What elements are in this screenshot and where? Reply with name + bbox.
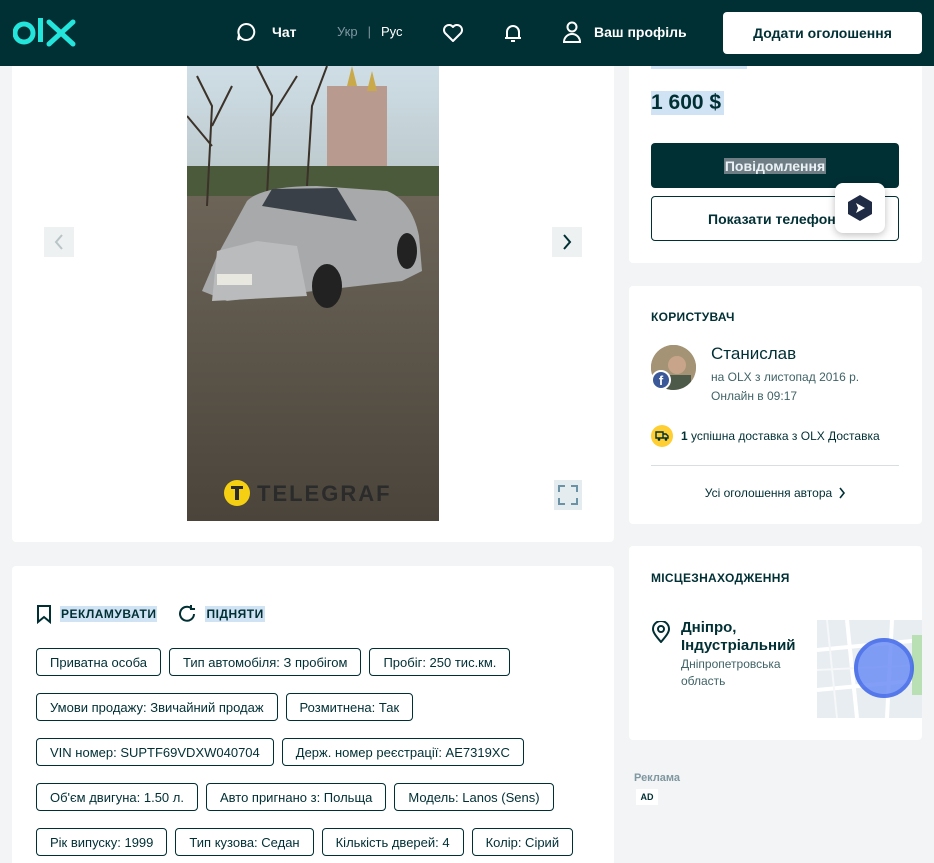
location-map[interactable]: [817, 620, 922, 718]
selection-highlight: [651, 66, 747, 69]
fullscreen-button[interactable]: [554, 480, 582, 510]
profile-link[interactable]: Ваш профіль: [562, 21, 687, 43]
tag: Рік випуску: 1999: [36, 828, 168, 856]
prev-photo-button[interactable]: [44, 227, 74, 257]
price: 1 600 $: [651, 91, 725, 115]
lang-ukr[interactable]: Укр: [337, 24, 358, 39]
add-listing-button[interactable]: Додати оголошення: [723, 12, 922, 54]
tag: Розмитнена: Так: [285, 693, 414, 721]
bookmark-icon: [37, 605, 51, 624]
tag-row: Рік випуску: 1999 Тип кузова: Седан Кіль…: [36, 828, 606, 856]
seller-name[interactable]: Станислав: [711, 344, 796, 364]
tag-row: Об'єм двигуна: 1.50 л. Авто пригнано з: …: [36, 783, 606, 811]
tag: Кількість дверей: 4: [321, 828, 464, 856]
ad-badge: AD: [636, 789, 658, 805]
chevron-right-icon: [839, 487, 846, 499]
bell-icon[interactable]: [501, 21, 525, 45]
all-ads-label: Усі оголошення автора: [704, 486, 833, 500]
raise-label: ПІДНЯТИ: [205, 606, 265, 622]
chat-icon: [237, 22, 256, 41]
profile-label: Ваш профіль: [594, 24, 687, 40]
divider: [651, 465, 899, 466]
top-header: Чат Укр | Рус Ваш профіль Додати оголоше…: [0, 0, 934, 66]
tag: VIN номер: SUPTF69VDXW040704: [36, 738, 274, 766]
tag: Авто пригнано з: Польща: [205, 783, 387, 811]
lang-rus[interactable]: Рус: [381, 24, 403, 39]
listing-actions: РЕКЛАМУВАТИ ПІДНЯТИ: [36, 604, 265, 624]
send-widget-icon: [848, 195, 872, 221]
listing-details: РЕКЛАМУВАТИ ПІДНЯТИ Приватна особа Тип а…: [12, 566, 614, 863]
chevron-left-icon: [54, 234, 63, 250]
all-seller-ads-link[interactable]: Усі оголошення автора: [629, 486, 922, 500]
facebook-icon: f: [651, 370, 671, 390]
location-pin-icon: [651, 621, 671, 643]
chevron-right-icon: [563, 234, 572, 250]
location-city: Дніпро, Індустріальний: [681, 619, 796, 654]
tag-row: Приватна особа Тип автомобіля: З пробіго…: [36, 648, 606, 676]
chat-link[interactable]: Чат: [236, 22, 296, 42]
ad-section-label: Реклама: [634, 772, 681, 784]
olx-logo[interactable]: [13, 14, 83, 52]
language-switch: Укр | Рус: [337, 24, 403, 39]
photo-watermark: TELEGRAF: [257, 481, 392, 506]
delivery-text: успішна доставка з OLX Доставка: [691, 429, 880, 443]
tag: Колір: Сірий: [471, 828, 574, 856]
assistant-widget[interactable]: [835, 183, 885, 233]
seller-online: Онлайн в 09:17: [711, 389, 798, 403]
promote-action[interactable]: РЕКЛАМУВАТИ: [36, 604, 158, 624]
refresh-icon: [179, 605, 196, 622]
tag: Пробіг: 250 тис.км.: [369, 648, 511, 676]
tag: Умови продажу: Звичайний продаж: [36, 693, 278, 721]
show-phone-label: Показати телефон: [708, 210, 836, 227]
price-card: 1 600 $ Повідомлення Показати телефон: [629, 66, 922, 263]
map-image: [817, 620, 922, 718]
seller-section-title: КОРИСТУВАЧ: [651, 310, 735, 324]
tag: Приватна особа: [36, 648, 161, 676]
location-region: Дніпропетровська область: [681, 657, 781, 688]
location-card: МІСЦЕЗНАХОДЖЕННЯ Дніпро, Індустріальний …: [629, 546, 922, 740]
tag: Модель: Lanos (Sens): [394, 783, 554, 811]
tag-row: VIN номер: SUPTF69VDXW040704 Держ. номер…: [36, 738, 606, 766]
tag: Тип кузова: Седан: [175, 828, 314, 856]
chat-label: Чат: [272, 24, 297, 40]
parameter-tags: Приватна особа Тип автомобіля: З пробіго…: [36, 648, 606, 863]
car-photo-image: TELEGRAF: [187, 66, 439, 521]
tag: Об'єм двигуна: 1.50 л.: [36, 783, 198, 811]
tag: Держ. номер реєстрації: AE7319XC: [281, 738, 524, 766]
location-section-title: МІСЦЕЗНАХОДЖЕННЯ: [651, 571, 790, 585]
message-button[interactable]: Повідомлення: [651, 143, 899, 188]
delivery-info: 1 успішна доставка з OLX Доставка: [651, 425, 880, 447]
delivery-count: 1: [681, 429, 688, 443]
seller-since: на OLX з листопад 2016 р.: [711, 370, 860, 384]
lang-separator: |: [367, 24, 371, 39]
message-button-label: Повідомлення: [723, 157, 827, 174]
heart-icon[interactable]: [441, 21, 465, 45]
tag: Тип автомобіля: З пробігом: [169, 648, 362, 676]
promote-label: РЕКЛАМУВАТИ: [60, 606, 158, 622]
user-icon: [562, 21, 582, 43]
raise-action[interactable]: ПІДНЯТИ: [177, 604, 265, 624]
listing-photo[interactable]: TELEGRAF: [187, 66, 439, 521]
truck-icon: [651, 425, 673, 447]
tag-row: Умови продажу: Звичайний продаж Розмитне…: [36, 693, 606, 721]
photo-gallery: TELEGRAF: [12, 66, 614, 542]
next-photo-button[interactable]: [552, 227, 582, 257]
seller-card: КОРИСТУВАЧ f Станислав на OLX з листопад…: [629, 286, 922, 524]
expand-icon: [558, 485, 578, 505]
